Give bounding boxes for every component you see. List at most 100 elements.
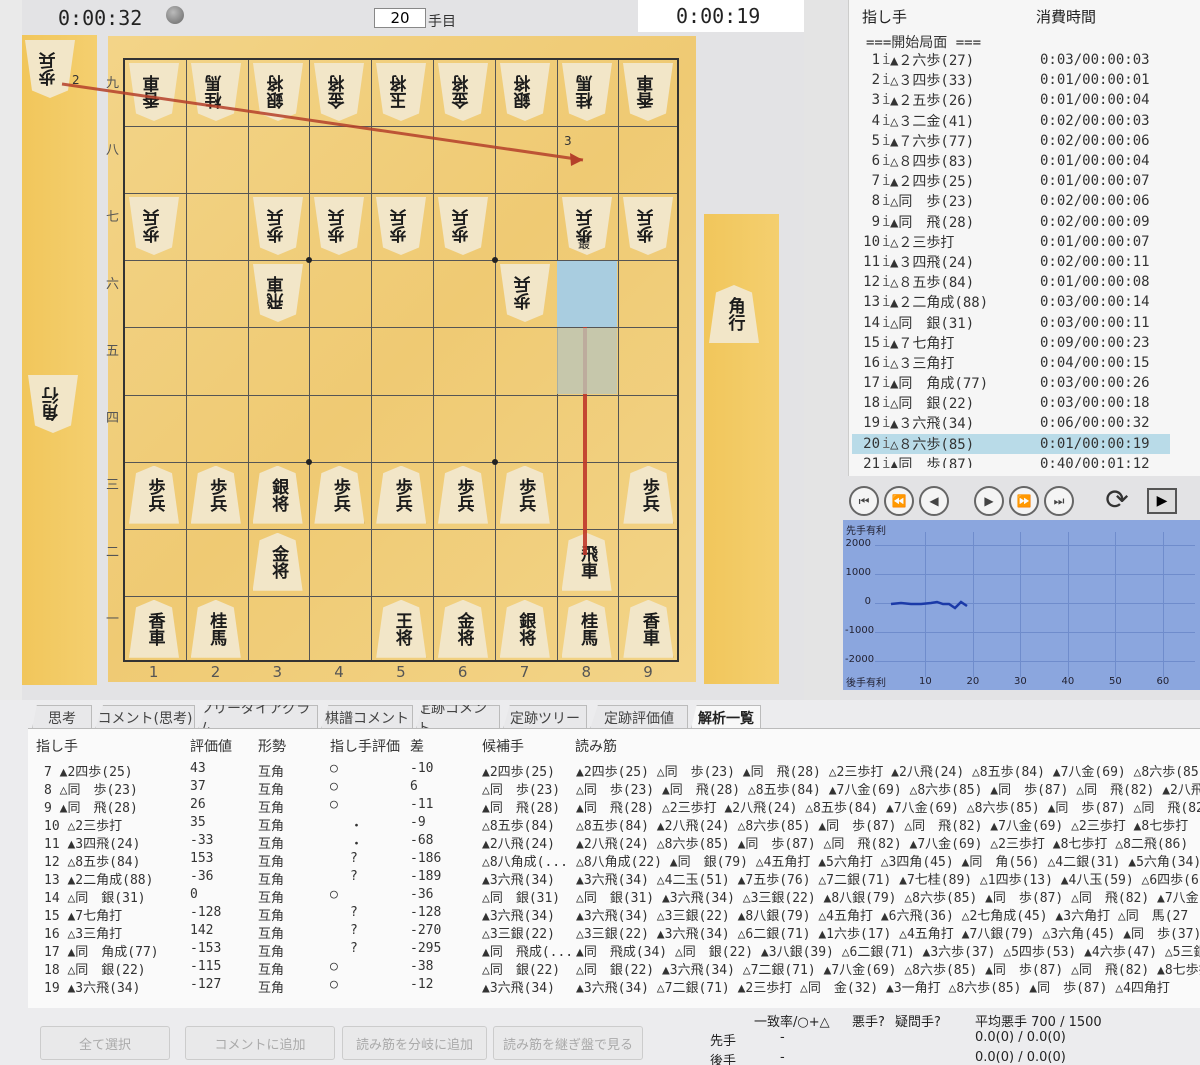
movelist-row[interactable]: 7 i ▲２四歩(25) 0:01/00:00:07 <box>852 171 1170 191</box>
analysis-row[interactable]: 17 ▲同 角成(77) -153 互角? -295 ▲同 飛成(... ▲同 飛成(34… <box>0 941 1200 960</box>
move-separator: i <box>882 334 891 351</box>
analysis-row[interactable]: 7 ▲2四歩(25) 43 互角 ○ -10 ▲2四歩(25) ▲2四歩(25) △同 歩(… <box>0 761 1200 780</box>
movelist-row[interactable]: 16 i △３三角打 0:04/00:00:15 <box>852 353 1170 373</box>
movelist-row[interactable]: 12 i △８五歩(84) 0:01/00:00:08 <box>852 272 1170 292</box>
tab-5[interactable]: 定跡コメント <box>416 705 500 729</box>
movelist-row[interactable]: 11 i ▲３四飛(24) 0:02/00:00:11 <box>852 252 1170 272</box>
analysis-diff: -38 <box>410 959 434 974</box>
analysis-situation: 互角 <box>258 927 285 942</box>
movelist-row[interactable]: 5 i ▲７六歩(77) 0:02/00:00:06 <box>852 131 1170 151</box>
analysis-move: 19 ▲3六飛(34) <box>44 981 141 996</box>
last-move-button[interactable]: ⏭ <box>1044 486 1074 516</box>
movelist-row[interactable]: 2 i △３四歩(33) 0:01/00:00:01 <box>852 70 1170 90</box>
analysis-move: 12 △8五歩(84) <box>44 855 141 870</box>
movelist-row[interactable]: 9 i ▲同 飛(28) 0:02/00:00:09 <box>852 212 1170 232</box>
move-separator: i <box>882 52 891 69</box>
first-move-button[interactable]: ⏮ <box>849 486 879 516</box>
analysis-header-rating[interactable]: 指し手評価 <box>330 736 400 756</box>
next-10-button[interactable]: ⏩ <box>1009 486 1039 516</box>
movelist-row[interactable]: 1 i ▲２六歩(27) 0:03/00:00:03 <box>852 50 1170 70</box>
arrow-label-3: 3 <box>564 134 572 148</box>
move-number: 19 <box>863 415 880 432</box>
move-time: 0:02/00:00:06 <box>1040 132 1150 149</box>
analysis-header-situation[interactable]: 形勢 <box>258 736 286 756</box>
analysis-row[interactable]: 11 ▲3四飛(24) -33 互角 ・ -68 ▲2八飛(24) ▲2八飛(24) △8六… <box>0 833 1200 852</box>
movelist-row[interactable]: 3 i ▲２五歩(26) 0:01/00:00:04 <box>852 90 1170 110</box>
analysis-candidate: ▲同 飛成(... <box>482 945 570 960</box>
analysis-move: 10 △2三歩打 <box>44 819 123 834</box>
movelist-row[interactable]: 18 i △同 銀(22) 0:03/00:00:18 <box>852 393 1170 413</box>
analysis-row[interactable]: 10 △2三歩打 35 互角 ・ -9 △8五歩(84) △8五歩(84) ▲2八飛(24)… <box>0 815 1200 834</box>
movelist-row[interactable]: 20 i △８六歩(85) 0:01/00:00:19 <box>852 433 1170 454</box>
summary-gote-label: 後手 <box>710 1054 737 1065</box>
movelist-row[interactable]: 19 i ▲３六飛(34) 0:06/00:00:32 <box>852 413 1170 433</box>
move-number: 17 <box>863 375 880 392</box>
analysis-header-move[interactable]: 指し手 <box>36 736 78 756</box>
movelist-row[interactable]: 13 i ▲２二角成(88) 0:03/00:00:14 <box>852 292 1170 312</box>
movelist-row[interactable]: 17 i ▲同 角成(77) 0:03/00:00:26 <box>852 373 1170 393</box>
analysis-situation: 互角 <box>258 873 285 888</box>
move-text: △同 歩(23) <box>890 194 975 211</box>
movelist-row[interactable]: 4 i △３二金(41) 0:02/00:00:03 <box>852 111 1170 131</box>
movelist-row[interactable]: 8 i △同 歩(23) 0:02/00:00:06 <box>852 191 1170 211</box>
prev-10-button[interactable]: ⏪ <box>884 486 914 516</box>
analysis-header-candidate[interactable]: 候補手 <box>482 736 524 756</box>
analysis-situation: 互角 <box>258 801 285 816</box>
movelist-start[interactable]: ===開始局面 === <box>866 32 981 52</box>
move-number: 13 <box>863 294 880 311</box>
flip-board-icon[interactable]: ⟳ <box>1100 484 1134 518</box>
movelist[interactable]: 1 i ▲２六歩(27) 0:03/00:00:03 2 i △３四歩(33) 0:01/00… <box>852 50 1170 468</box>
analysis-situation: 互角 <box>258 837 285 852</box>
play-icon[interactable]: ▶ <box>1147 488 1177 514</box>
move-number: 9 <box>871 213 880 230</box>
tab-8[interactable]: 解析一覧 <box>691 705 761 729</box>
select-all-button[interactable]: 全て選択 <box>40 1026 170 1060</box>
tab-1[interactable]: 思考 <box>32 705 92 729</box>
move-text: △同 銀(22) <box>890 396 975 413</box>
analysis-value: 26 <box>190 797 206 812</box>
analysis-header-value[interactable]: 評価値 <box>190 736 232 756</box>
analysis-row[interactable]: 12 △8五歩(84) 153 互角? -186 △8八角成(... △8八角成(22) … <box>0 851 1200 870</box>
analysis-row[interactable]: 9 ▲同 飛(28) 26 互角 ○ -11 ▲同 飛(28) ▲同 飛(28) △2三歩打… <box>0 797 1200 816</box>
analysis-row[interactable]: 18 △同 銀(22) -115 互角 ○ -38 △同 銀(22) △同 銀(22) ▲3… <box>0 959 1200 978</box>
analysis-value: -127 <box>190 977 222 992</box>
add-comment-button[interactable]: コメントに追加 <box>185 1026 335 1060</box>
next-move-button[interactable]: ▶ <box>974 486 1004 516</box>
tab-2[interactable]: コメント(思考) <box>95 705 195 729</box>
analysis-rating: ○ <box>330 761 338 776</box>
move-text: ▲２二角成(88) <box>890 295 989 312</box>
movelist-row[interactable]: 15 i ▲７七角打 0:09/00:00:23 <box>852 333 1170 353</box>
analysis-row[interactable]: 15 ▲7七角打 -128 互角? -128 ▲3六飛(34) ▲3六飛(34) △3三銀… <box>0 905 1200 924</box>
tab-6[interactable]: 定跡ツリー <box>503 705 587 729</box>
move-separator: i <box>882 435 891 452</box>
summary-doubt: 疑問手? <box>895 1015 941 1030</box>
move-time: 0:01/00:00:07 <box>1040 173 1150 190</box>
movelist-row[interactable]: 10 i △２三歩打 0:01/00:00:07 <box>852 232 1170 252</box>
tab-3[interactable]: ツリーダイアグラム <box>198 705 318 729</box>
tab-4[interactable]: 棋譜コメント <box>321 705 413 729</box>
move-text: △３四歩(33) <box>890 73 975 90</box>
movelist-row[interactable]: 21 i ▲同 歩(87) 0:40/00:01:12 <box>852 454 1170 468</box>
movelist-row[interactable]: 6 i △８四歩(83) 0:01/00:00:04 <box>852 151 1170 171</box>
movelist-row[interactable]: 14 i △同 銀(31) 0:03/00:00:11 <box>852 312 1170 332</box>
move-text: ▲同 歩(87) <box>890 456 975 468</box>
analysis-move: 11 ▲3四飛(24) <box>44 837 141 852</box>
analysis-header-pv[interactable]: 読み筋 <box>575 736 617 756</box>
analysis-row[interactable]: 16 △3三角打 142 互角? -270 △3三銀(22) △3三銀(22) ▲3六飛(… <box>0 923 1200 942</box>
move-number: 12 <box>863 274 880 291</box>
analysis-diff: -128 <box>410 905 442 920</box>
move-number: 2 <box>871 72 880 89</box>
analysis-diff: -36 <box>410 887 434 902</box>
prev-move-button[interactable]: ◀ <box>919 486 949 516</box>
view-pv-board-button[interactable]: 読み筋を継ぎ盤で見る <box>493 1026 643 1060</box>
analysis-row[interactable]: 19 ▲3六飛(34) -127 互角 ○ -12 ▲3六飛(34) ▲3六飛(34) △7… <box>0 977 1200 996</box>
move-number: 20 <box>863 435 880 452</box>
analysis-row[interactable]: 14 △同 銀(31) 0 互角 ○ -36 △同 銀(31) △同 銀(31) ▲3六飛(… <box>0 887 1200 906</box>
summary-bad: 悪手? <box>852 1015 885 1030</box>
move-text: ▲７七角打 <box>890 335 955 352</box>
analysis-header-diff[interactable]: 差 <box>410 736 424 756</box>
analysis-row[interactable]: 13 ▲2二角成(88) -36 互角? -189 ▲3六飛(34) ▲3六飛(34) △… <box>0 869 1200 888</box>
add-pv-branch-button[interactable]: 読み筋を分岐に追加 <box>342 1026 487 1060</box>
tab-7[interactable]: 定跡評価値 <box>590 705 688 729</box>
analysis-row[interactable]: 8 △同 歩(23) 37 互角 ○ 6 △同 歩(23) △同 歩(23) ▲同 飛(28… <box>0 779 1200 798</box>
